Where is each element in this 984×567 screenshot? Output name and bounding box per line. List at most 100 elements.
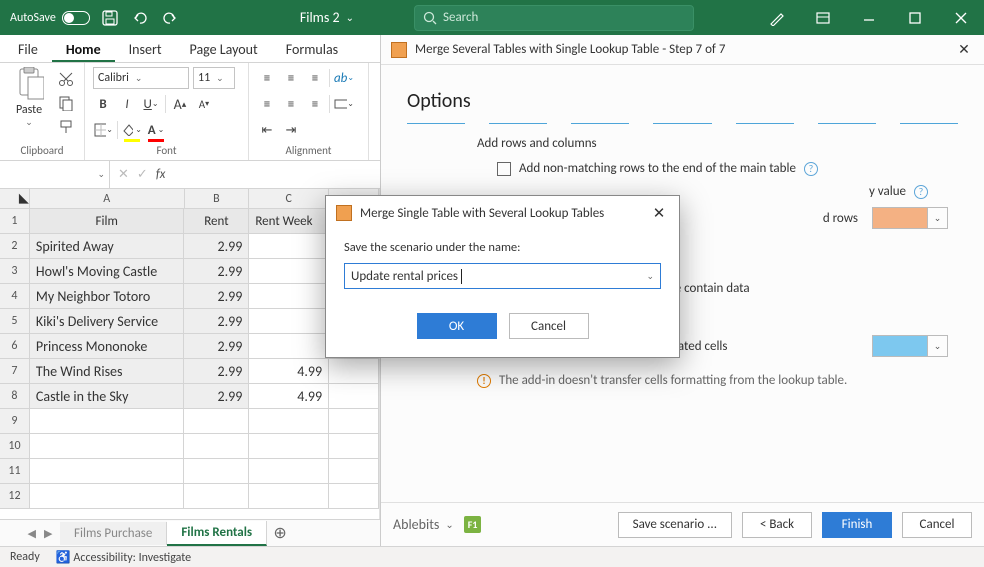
- cell[interactable]: [30, 484, 185, 509]
- close-icon[interactable]: [938, 0, 984, 35]
- format-painter-icon[interactable]: [56, 117, 76, 137]
- redo-icon[interactable]: [160, 8, 180, 28]
- cell[interactable]: 2.99: [184, 309, 249, 334]
- italic-button[interactable]: I: [117, 94, 137, 114]
- cell[interactable]: 4.99: [249, 384, 329, 409]
- cell[interactable]: [249, 459, 329, 484]
- cell[interactable]: [329, 434, 379, 459]
- paste-button[interactable]: Paste ⌄: [8, 67, 50, 128]
- dialog-ok-button[interactable]: OK: [417, 313, 497, 339]
- tab-insert[interactable]: Insert: [115, 36, 176, 62]
- cell[interactable]: [329, 459, 379, 484]
- tab-home[interactable]: Home: [52, 36, 115, 62]
- cell[interactable]: [30, 459, 185, 484]
- name-box[interactable]: ⌄: [0, 161, 110, 188]
- shrink-font-icon[interactable]: A▾: [194, 94, 214, 114]
- inc-indent-icon[interactable]: ⇥: [281, 120, 301, 140]
- borders-icon[interactable]: ⌄: [93, 120, 113, 140]
- cell[interactable]: [30, 434, 185, 459]
- align-center-icon[interactable]: ≡: [281, 94, 301, 114]
- fx-icon[interactable]: fx: [156, 167, 166, 182]
- row-header[interactable]: 7: [0, 359, 30, 384]
- row-header[interactable]: 1: [0, 209, 30, 234]
- pen-icon[interactable]: [754, 0, 800, 35]
- cell[interactable]: Howl's Moving Castle: [30, 259, 185, 284]
- sheet-tab-purchase[interactable]: Films Purchase: [60, 522, 167, 545]
- dialog-cancel-button[interactable]: Cancel: [509, 313, 589, 339]
- cell[interactable]: 2.99: [184, 384, 249, 409]
- finish-button[interactable]: Finish: [822, 512, 892, 538]
- align-right-icon[interactable]: ≡: [305, 94, 325, 114]
- tab-file[interactable]: File: [4, 36, 52, 62]
- dec-indent-icon[interactable]: ⇤: [257, 120, 277, 140]
- cancel-fx-icon[interactable]: ✕: [118, 167, 129, 182]
- cell[interactable]: Film: [30, 209, 185, 234]
- row-header[interactable]: 2: [0, 234, 30, 259]
- align-mid-icon[interactable]: ≡: [281, 68, 301, 88]
- font-size-combo[interactable]: 11⌄: [193, 67, 235, 89]
- tab-formulas[interactable]: Formulas: [272, 36, 352, 62]
- select-all-corner[interactable]: ◣: [0, 189, 30, 209]
- minimize-icon[interactable]: [846, 0, 892, 35]
- col-header-c[interactable]: C: [249, 189, 329, 209]
- color-picker-rows[interactable]: ⌄: [872, 207, 948, 229]
- cell[interactable]: [184, 459, 249, 484]
- dialog-close-icon[interactable]: ✕: [649, 204, 669, 223]
- cell[interactable]: [329, 384, 379, 409]
- search-input[interactable]: Search: [414, 5, 694, 31]
- row-header[interactable]: 11: [0, 459, 30, 484]
- cell[interactable]: Rent: [184, 209, 249, 234]
- spreadsheet-grid[interactable]: ◣ A B C 1 Film Rent Rent Week 2Spirited …: [0, 189, 380, 519]
- sheet-prev-icon[interactable]: ◀: [28, 527, 36, 540]
- cell[interactable]: The Wind Rises: [30, 359, 185, 384]
- save-icon[interactable]: [100, 8, 120, 28]
- cell[interactable]: [249, 309, 329, 334]
- cell[interactable]: [30, 409, 185, 434]
- save-scenario-button[interactable]: Save scenario ...: [618, 512, 732, 538]
- help-icon[interactable]: ?: [914, 185, 928, 199]
- sheet-next-icon[interactable]: ▶: [44, 527, 52, 540]
- cell[interactable]: Kiki's Delivery Service: [30, 309, 185, 334]
- cell[interactable]: Castle in the Sky: [30, 384, 185, 409]
- orientation-icon[interactable]: ab⌄: [334, 68, 354, 88]
- cell[interactable]: [329, 409, 379, 434]
- enter-fx-icon[interactable]: ✓: [137, 167, 148, 182]
- undo-icon[interactable]: [130, 8, 150, 28]
- maximize-icon[interactable]: [892, 0, 938, 35]
- cell[interactable]: [184, 409, 249, 434]
- font-color-icon[interactable]: A⌄: [146, 120, 166, 140]
- checkbox-nonmatch[interactable]: [497, 162, 511, 176]
- scenario-name-input[interactable]: Update rental prices ⌄: [344, 263, 661, 289]
- cell[interactable]: Rent Week: [249, 209, 329, 234]
- align-left-icon[interactable]: ≡: [257, 94, 277, 114]
- cell[interactable]: [249, 284, 329, 309]
- cut-icon[interactable]: [56, 69, 76, 89]
- cell[interactable]: 2.99: [184, 284, 249, 309]
- cancel-button[interactable]: Cancel: [902, 512, 972, 538]
- fill-color-icon[interactable]: ⌄: [122, 120, 142, 140]
- cell[interactable]: [249, 259, 329, 284]
- cell[interactable]: 2.99: [184, 334, 249, 359]
- cell[interactable]: [329, 359, 379, 384]
- cell[interactable]: My Neighbor Totoro: [30, 284, 185, 309]
- align-bot-icon[interactable]: ≡: [305, 68, 325, 88]
- sheet-tab-rentals[interactable]: Films Rentals: [167, 521, 267, 546]
- cell[interactable]: Princess Mononoke: [30, 334, 185, 359]
- document-name[interactable]: Films 2⌄: [300, 9, 354, 26]
- cell[interactable]: [249, 409, 329, 434]
- cell[interactable]: 4.99: [249, 359, 329, 384]
- cell[interactable]: Spirited Away: [30, 234, 185, 259]
- copy-icon[interactable]: [56, 93, 76, 113]
- cell[interactable]: [329, 484, 379, 509]
- back-button[interactable]: < Back: [742, 512, 812, 538]
- col-header-a[interactable]: A: [30, 189, 185, 209]
- color-picker-updated[interactable]: ⌄: [872, 335, 948, 357]
- font-name-combo[interactable]: Calibri⌄: [93, 67, 189, 89]
- cell[interactable]: 2.99: [184, 359, 249, 384]
- row-header[interactable]: 3: [0, 259, 30, 284]
- ablebits-brand[interactable]: Ablebits⌄: [393, 516, 454, 533]
- panel-close-icon[interactable]: ✕: [954, 40, 974, 60]
- row-header[interactable]: 9: [0, 409, 30, 434]
- row-header[interactable]: 6: [0, 334, 30, 359]
- accessibility-status[interactable]: ♿ Accessibility: Investigate: [56, 550, 191, 565]
